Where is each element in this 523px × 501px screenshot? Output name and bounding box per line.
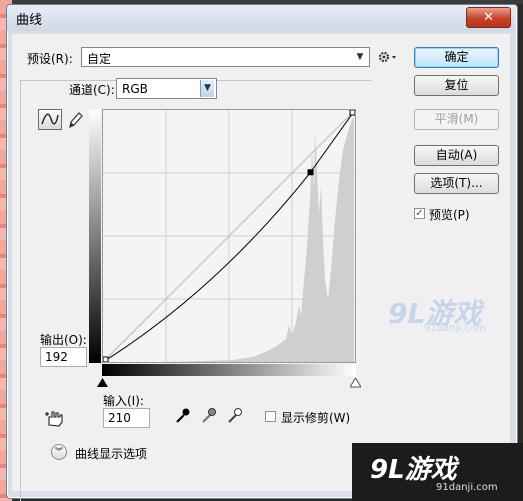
channel-label: 通道(C): <box>66 81 118 98</box>
curve-point-selected <box>307 169 314 176</box>
black-eyedropper-icon[interactable] <box>175 406 191 424</box>
options-button[interactable]: 选项(T)... <box>414 173 499 194</box>
curve-point-start <box>102 356 109 363</box>
expand-chevron-icon[interactable]: ︾ <box>51 444 67 460</box>
input-field[interactable]: 210 <box>103 408 150 428</box>
output-field[interactable]: 192 <box>40 347 87 367</box>
bottom-watermark-site: 91danji.com <box>436 482 498 493</box>
hand-target-icon[interactable] <box>44 408 66 428</box>
preset-label: 预设(R): <box>27 52 73 66</box>
black-point-slider[interactable] <box>97 377 108 391</box>
auto-button[interactable]: 自动(A) <box>414 145 499 166</box>
preset-select[interactable]: 自定 ▼ <box>81 47 370 67</box>
ok-button[interactable]: 确定 <box>414 47 499 68</box>
pencil-tool-icon[interactable] <box>66 110 84 130</box>
bottom-watermark: 9L游戏 91danji.com <box>352 443 523 501</box>
white-point-slider[interactable] <box>349 377 362 391</box>
close-button[interactable]: ✕ <box>466 7 511 28</box>
output-label: 输出(O): <box>40 333 87 347</box>
chevron-down-icon: ▼ <box>356 52 364 62</box>
watermark-site: 91danji.com <box>424 323 486 334</box>
gear-icon[interactable] <box>377 49 399 65</box>
channel-select[interactable]: RGB ▼ <box>116 78 217 99</box>
curve-point-end <box>349 109 356 116</box>
title-bar[interactable] <box>7 5 515 31</box>
chevron-down-icon: ▼ <box>200 80 214 97</box>
input-label: 输入(I): <box>103 394 144 408</box>
curve-graph[interactable] <box>102 109 356 363</box>
show-clipping-checkbox[interactable] <box>265 411 276 422</box>
reset-button[interactable]: 复位 <box>414 75 499 96</box>
white-eyedropper-icon[interactable] <box>227 406 243 424</box>
gray-eyedropper-icon[interactable] <box>201 406 217 424</box>
curve-display-options-label[interactable]: 曲线显示选项 <box>75 445 147 462</box>
bottom-watermark-logo: 9L游戏 <box>370 455 457 485</box>
dialog-title: 曲线 <box>16 13 43 28</box>
channel-value: RGB <box>122 82 148 96</box>
preview-label: 预览(P) <box>429 208 470 222</box>
curve-tool-icon[interactable] <box>38 109 62 130</box>
show-clipping-label: 显示修剪(W) <box>281 411 351 425</box>
output-gradient-bar <box>89 109 101 363</box>
input-gradient-bar <box>102 364 356 376</box>
smooth-button[interactable]: 平滑(M) <box>414 109 499 130</box>
preview-checkbox[interactable]: ✓ <box>414 208 425 219</box>
preset-value: 自定 <box>87 52 112 66</box>
